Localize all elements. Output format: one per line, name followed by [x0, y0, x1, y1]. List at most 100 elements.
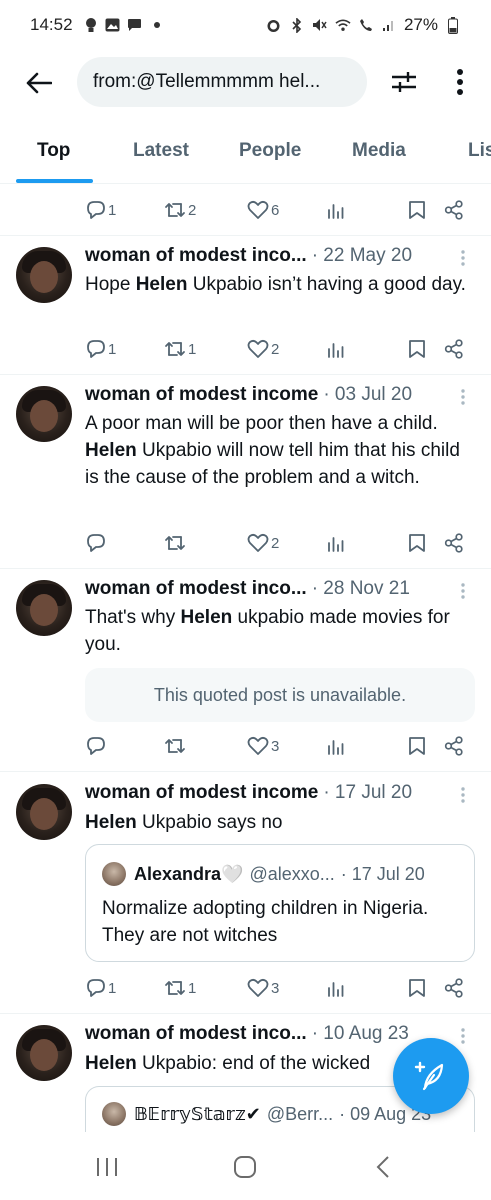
status-system-icons: 27% — [266, 15, 461, 35]
post-text: Hope Helen Ukpabio isn’t having a good d… — [85, 274, 466, 295]
avatar[interactable] — [16, 580, 72, 636]
like-button[interactable]: 3 — [247, 731, 279, 761]
status-notification-icons — [83, 17, 165, 33]
quote-avatar — [102, 1102, 126, 1126]
like-button[interactable]: 2 — [247, 334, 279, 364]
views-button[interactable] — [327, 973, 345, 1003]
author-name[interactable]: woman of modest inco... — [85, 1023, 307, 1045]
views-icon — [328, 537, 344, 552]
tab-top[interactable]: Top — [37, 140, 70, 162]
post-more-button[interactable] — [456, 1026, 470, 1046]
tab-media[interactable]: Media — [352, 140, 406, 162]
bookmark-button[interactable] — [408, 334, 426, 364]
more-vertical-icon — [457, 69, 463, 95]
post-header: woman of modest income · 17 Jul 20 — [85, 782, 412, 804]
back-button[interactable] — [22, 66, 56, 100]
views-button[interactable] — [327, 334, 345, 364]
bookmark-button[interactable] — [408, 528, 426, 558]
like-button[interactable]: 3 — [247, 973, 279, 1003]
repost-icon — [165, 981, 185, 995]
post-actions: 1 1 2 — [0, 334, 491, 364]
repost-button[interactable] — [164, 528, 188, 558]
quoted-post[interactable]: Alexandra🤍 @alexxo... · 17 Jul 20 Normal… — [85, 844, 475, 962]
avatar[interactable] — [16, 1025, 72, 1081]
repost-icon — [165, 342, 185, 356]
post-actions: 3 — [0, 731, 491, 761]
views-button[interactable] — [327, 195, 345, 225]
author-name[interactable]: woman of modest inco... — [85, 245, 307, 267]
post-more-button[interactable] — [456, 387, 470, 407]
views-button[interactable] — [327, 731, 345, 761]
tab-people[interactable]: People — [239, 140, 301, 162]
avatar[interactable] — [16, 784, 72, 840]
share-icon — [444, 339, 463, 359]
compose-button[interactable] — [393, 1038, 469, 1114]
repost-button[interactable] — [164, 731, 188, 761]
share-button[interactable] — [444, 731, 464, 761]
like-button[interactable]: 2 — [247, 528, 279, 558]
like-count: 3 — [271, 737, 280, 755]
like-count: 2 — [271, 340, 280, 358]
share-button[interactable] — [444, 528, 464, 558]
post-more-button[interactable] — [456, 248, 470, 268]
avatar[interactable] — [16, 386, 72, 442]
tab-lists[interactable]: Lis — [468, 140, 491, 162]
compose-icon — [414, 1061, 444, 1091]
post-date: · 22 May 20 — [311, 245, 413, 266]
tab-latest[interactable]: Latest — [133, 140, 189, 162]
reply-button[interactable] — [86, 731, 108, 761]
post-more-button[interactable] — [456, 785, 470, 805]
like-count: 2 — [271, 534, 280, 552]
views-button[interactable] — [327, 528, 345, 558]
home-icon — [234, 1156, 256, 1178]
post-divider — [0, 771, 491, 772]
quote-author-name: Alexandra🤍 — [134, 863, 244, 884]
reply-button[interactable]: 1 — [86, 334, 116, 364]
bookmark-button[interactable] — [408, 195, 426, 225]
gallery-icon — [105, 17, 121, 33]
like-button[interactable]: 6 — [247, 195, 279, 225]
quote-header: 𝔹𝔼𝕣𝕣𝕪𝕊𝕥𝕒𝕣𝕫✔ @Berr... · 09 Aug 23 — [102, 1102, 431, 1126]
post-actions: 2 — [0, 528, 491, 558]
reply-button[interactable]: 1 — [86, 973, 116, 1003]
author-name[interactable]: woman of modest inco... — [85, 578, 307, 600]
search-input[interactable]: from:@Tellemmmmm hel... — [77, 57, 367, 107]
quote-author-handle: @alexxo... — [249, 863, 335, 884]
back-arrow-icon — [26, 72, 52, 94]
quote-author-handle: @Berr... — [266, 1103, 334, 1124]
status-bar: 14:52 27% — [0, 0, 491, 50]
filter-button[interactable] — [388, 66, 420, 98]
author-name[interactable]: woman of modest income — [85, 782, 318, 804]
wifi-icon — [335, 17, 351, 33]
repost-button[interactable]: 2 — [164, 195, 196, 225]
bookmark-button[interactable] — [408, 973, 426, 1003]
system-back-button[interactable] — [368, 1152, 398, 1182]
more-vertical-icon — [461, 250, 465, 266]
post-date: · 10 Aug 23 — [311, 1023, 409, 1044]
reply-count: 1 — [108, 979, 117, 997]
avatar[interactable] — [16, 247, 72, 303]
more-vertical-icon — [461, 787, 465, 803]
reply-button[interactable] — [86, 528, 108, 558]
bookmark-icon — [409, 737, 425, 755]
like-icon — [247, 200, 269, 219]
more-options-button[interactable] — [444, 66, 476, 98]
repost-button[interactable]: 1 — [164, 334, 196, 364]
more-vertical-icon — [461, 389, 465, 405]
home-button[interactable] — [230, 1152, 260, 1182]
post-header: woman of modest income · 03 Jul 20 — [85, 384, 412, 406]
author-name[interactable]: woman of modest income — [85, 384, 318, 406]
share-button[interactable] — [444, 973, 464, 1003]
recent-apps-button[interactable] — [92, 1152, 122, 1182]
chat-icon — [127, 17, 143, 33]
post-more-button[interactable] — [456, 581, 470, 601]
bookmark-button[interactable] — [408, 731, 426, 761]
repost-button[interactable]: 1 — [164, 973, 196, 1003]
bluetooth-icon — [289, 17, 305, 33]
signal-icon — [381, 17, 397, 33]
share-button[interactable] — [444, 195, 464, 225]
reply-button[interactable]: 1 — [86, 195, 116, 225]
alarm-icon — [266, 17, 282, 33]
share-button[interactable] — [444, 334, 464, 364]
quote-date: · 17 Jul 20 — [340, 863, 425, 884]
